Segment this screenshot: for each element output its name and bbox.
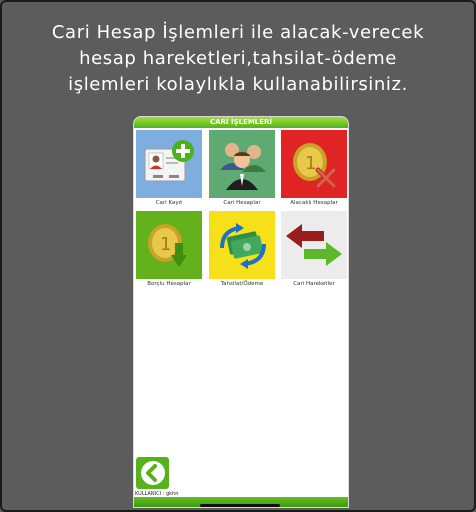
tile-alacakli-hesaplar-box: 1 [281, 130, 347, 198]
tile-alacakli-hesaplar[interactable]: 1 Alacaklı Hesaplar [281, 130, 347, 209]
headline-line-1: Cari Hesap İşlemleri ile alacak-verecek [51, 22, 425, 43]
app-title-bar: CARİ İŞLEMLERİ [134, 117, 348, 128]
tile-cari-hesaplar[interactable]: Cari Hesaplar [209, 130, 275, 209]
tile-cari-hareketler-box [281, 211, 347, 279]
coins-arrow-icon: 1 [148, 224, 187, 267]
headline-line-2: hesap hareketleri,tahsilat-ödeme [79, 48, 397, 69]
user-card-add-icon [144, 140, 194, 182]
tile-borclu-hesaplar-box: 1 [136, 211, 202, 279]
double-arrows-icon [286, 224, 342, 266]
tile-cari-hesaplar-box [209, 130, 275, 198]
promo-headline: Cari Hesap İşlemleri ile alacak-verecek … [20, 20, 456, 98]
tile-alacakli-hesaplar-label: Alacaklı Hesaplar [290, 200, 338, 206]
headline-line-3: işlemleri kolaylıkla kullanabilirsiniz. [68, 74, 408, 95]
tile-tahsilat-odeme[interactable]: Tahsilat/Ödeme [209, 211, 275, 290]
phone-screen: CARİ İŞLEMLERİ Cari Kayıt Cari Hesaplar … [133, 116, 349, 508]
tile-cari-hesaplar-label: Cari Hesaplar [223, 200, 261, 206]
tile-tahsilat-odeme-box [209, 211, 275, 279]
tile-cari-hareketler[interactable]: Cari Hareketler [281, 211, 347, 290]
tile-cari-kayit[interactable]: Cari Kayıt [136, 130, 202, 209]
tile-borclu-hesaplar-label: Borçlu Hesaplar [147, 281, 191, 287]
money-exchange-icon [220, 223, 266, 269]
svg-text:1: 1 [160, 234, 171, 255]
chevron-left-icon [140, 461, 165, 485]
tile-cari-hareketler-label: Cari Hareketler [293, 281, 335, 287]
tile-tahsilat-odeme-label: Tahsilat/Ödeme [220, 281, 264, 287]
tile-borclu-hesaplar[interactable]: 1 Borçlu Hesaplar [136, 211, 202, 290]
tile-cari-kayit-label: Cari Kayıt [155, 200, 183, 206]
home-indicator [200, 504, 280, 507]
coins-cross-icon: 1 [293, 143, 337, 189]
back-button[interactable] [136, 457, 169, 489]
people-group-icon [220, 143, 266, 190]
svg-text:1: 1 [305, 153, 316, 174]
tile-cari-kayit-box [136, 130, 202, 198]
